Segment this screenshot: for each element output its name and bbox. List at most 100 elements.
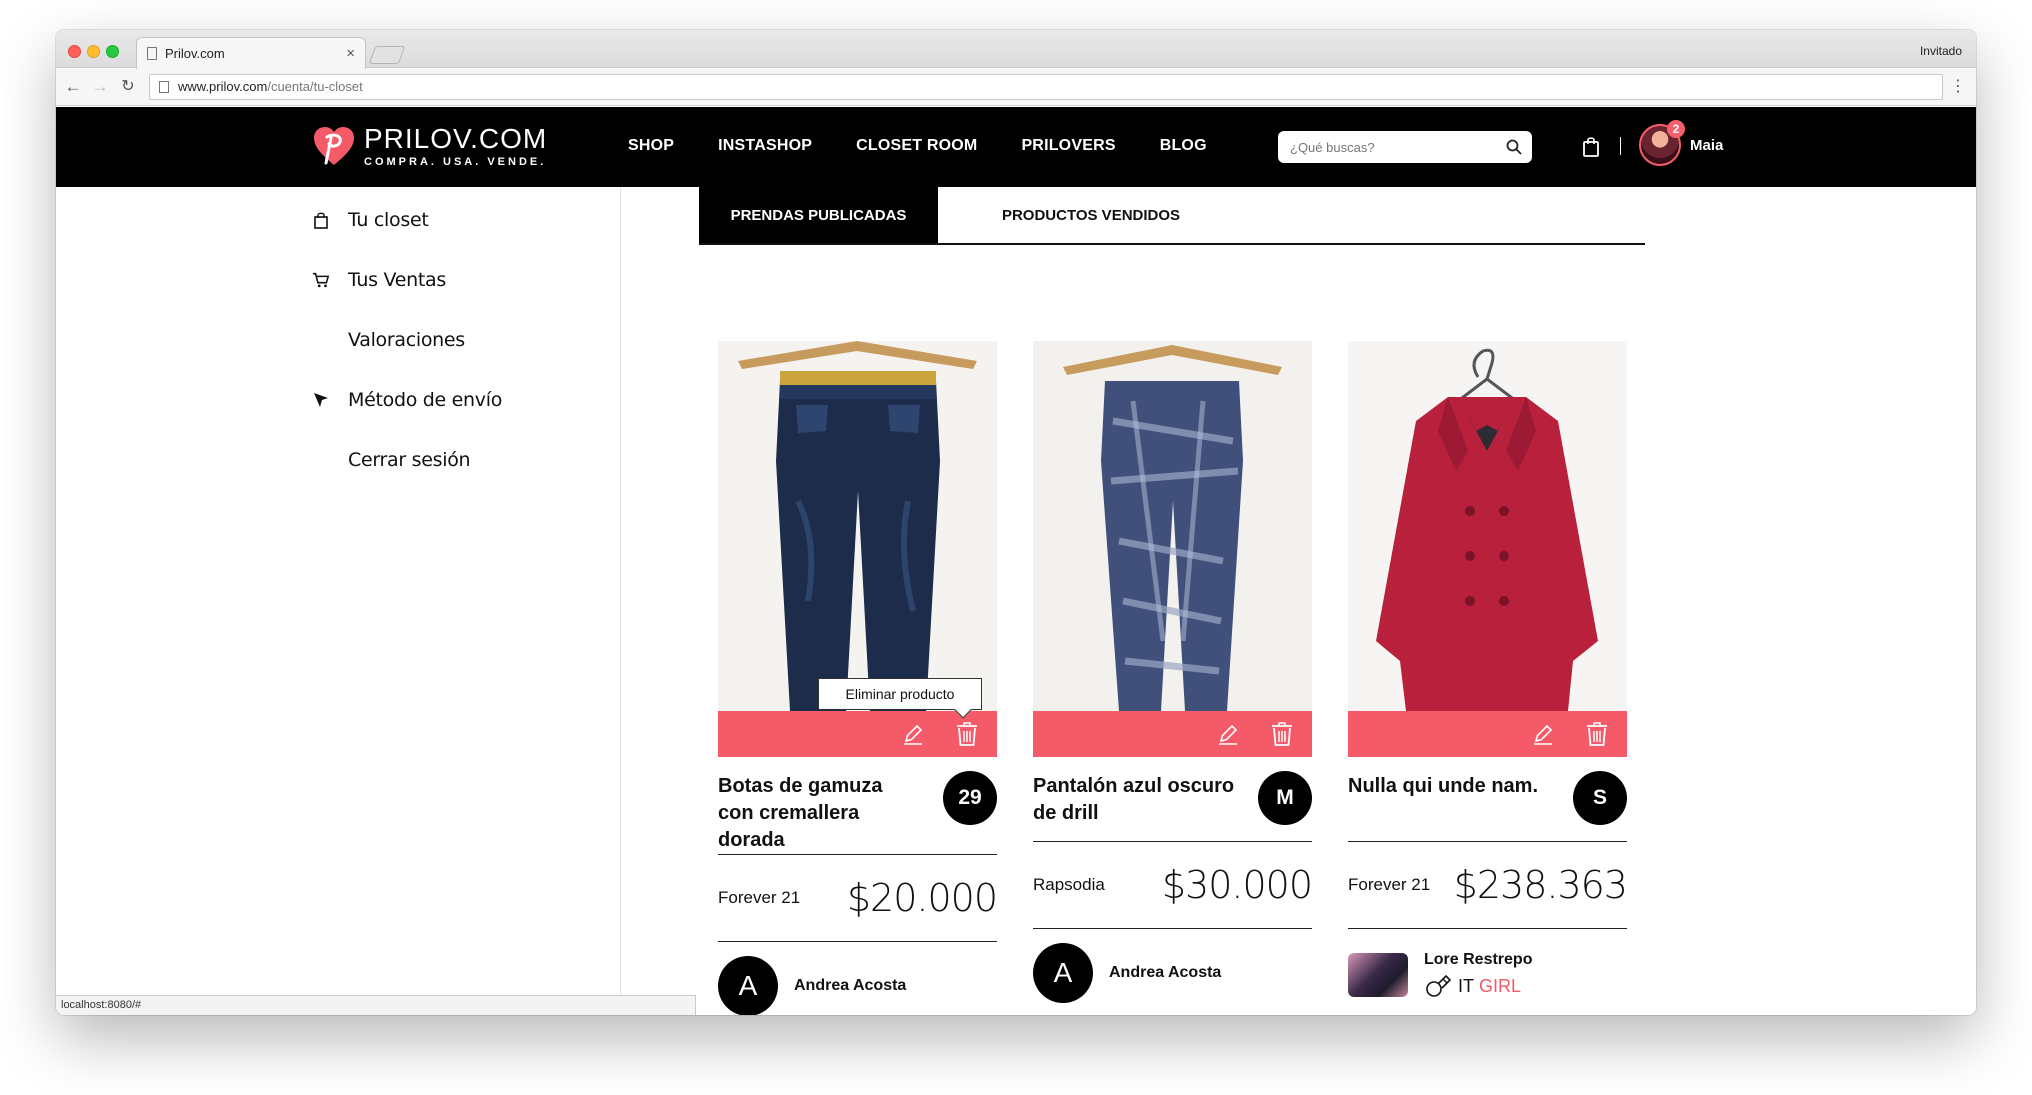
header-divider [1620, 137, 1621, 155]
reload-icon[interactable]: ↻ [119, 78, 137, 96]
product-photo[interactable] [1348, 341, 1627, 711]
browser-tab[interactable]: Prilov.com × [136, 37, 366, 69]
it-girl-tag: IT GIRL [1424, 973, 1532, 999]
page-icon [147, 47, 157, 60]
nav-instashop[interactable]: INSTASHOP [718, 137, 812, 155]
notification-badge: 2 [1667, 120, 1685, 138]
pencil-icon[interactable] [1531, 722, 1555, 746]
tag-girl: GIRL [1479, 975, 1522, 996]
product-actions [718, 711, 997, 757]
product-actions [1348, 711, 1627, 757]
coat-image [1348, 341, 1627, 711]
pencil-icon[interactable] [1216, 722, 1240, 746]
seller-avatar: A [718, 956, 778, 1015]
trash-icon[interactable] [1270, 721, 1294, 747]
account-sidebar: Tu closet Tus Ventas Valoraciones Método… [56, 187, 621, 1015]
nav-prilovers[interactable]: PRILOVERS [1021, 137, 1115, 155]
sidebar-item-tu-closet[interactable]: Tu closet [312, 209, 429, 231]
back-arrow-icon[interactable]: ← [64, 78, 82, 96]
nav-closet-room[interactable]: CLOSET ROOM [856, 137, 977, 155]
sidebar-item-label: Valoraciones [348, 329, 465, 351]
close-window-button[interactable] [68, 45, 81, 58]
bag-icon [312, 211, 330, 229]
seller-name: Andrea Acosta [1109, 964, 1222, 981]
tab-close-icon[interactable]: × [346, 45, 355, 62]
browser-window: Prilov.com × Invitado ← → ↻ www.prilov.c… [56, 30, 1976, 1015]
seller-name: Lore Restrepo [1424, 951, 1533, 968]
tab-prendas-publicadas[interactable]: PRENDAS PUBLICADAS [699, 187, 938, 243]
sidebar-item-label: Cerrar sesión [348, 449, 471, 471]
url-path: /cuenta/tu-closet [267, 79, 363, 94]
shopping-bag-icon[interactable] [1582, 135, 1600, 157]
sidebar-item-label: Tus Ventas [348, 269, 446, 291]
seller-name: Andrea Acosta [794, 977, 907, 994]
sidebar-item-tus-ventas[interactable]: Tus Ventas [312, 269, 446, 291]
product-price: $20.000 [846, 876, 998, 920]
seller-info[interactable]: A Andrea Acosta [718, 942, 997, 1015]
seller-avatar: A [1033, 943, 1093, 1003]
seller-info[interactable]: A Andrea Acosta [1033, 929, 1312, 1003]
heart-logo-icon [314, 127, 354, 165]
nav-blog[interactable]: BLOG [1160, 137, 1207, 155]
search-input[interactable] [1278, 131, 1488, 163]
minimize-window-button[interactable] [87, 45, 100, 58]
search-icon[interactable] [1506, 139, 1522, 155]
zoom-window-button[interactable] [106, 45, 119, 58]
sidebar-item-metodo-envio[interactable]: Método de envío [312, 389, 502, 411]
product-price: $30.000 [1161, 863, 1313, 907]
size-badge: M [1258, 771, 1312, 825]
cart-icon [312, 271, 330, 289]
sidebar-item-valoraciones[interactable]: Valoraciones [312, 329, 465, 351]
product-price: $238.363 [1453, 863, 1628, 907]
trash-icon[interactable] [955, 721, 979, 747]
username[interactable]: Maia [1690, 137, 1723, 154]
tag-it: IT [1458, 975, 1474, 996]
menu-kebab-icon[interactable]: ⋮ [1950, 79, 1966, 95]
size-badge: 29 [943, 771, 997, 825]
product-actions [1033, 711, 1312, 757]
jeans-image [718, 341, 997, 711]
sidebar-item-label: Tu closet [348, 209, 429, 231]
seller-info[interactable]: Lore Restrepo IT GIRL [1348, 929, 1627, 999]
product-title[interactable]: Pantalón azul oscuro de drill [1033, 773, 1238, 827]
tab-productos-vendidos[interactable]: PRODUCTOS VENDIDOS [938, 187, 1244, 243]
closet-tabs: PRENDAS PUBLICADAS PRODUCTOS VENDIDOS [699, 187, 1645, 245]
sidebar-item-cerrar-sesion[interactable]: Cerrar sesión [312, 449, 471, 471]
product-title[interactable]: Botas de gamuza con cremallera dorada [718, 773, 923, 854]
size-badge: S [1573, 771, 1627, 825]
product-card: Pantalón azul oscuro de drill M Rapsodia… [1033, 341, 1313, 1003]
site-logo[interactable]: PRILOV.COM COMPRA. USA. VENDE. [312, 125, 547, 169]
page-info-icon [159, 81, 169, 93]
logo-tagline: COMPRA. USA. VENDE. [364, 156, 547, 168]
nav-shop[interactable]: SHOP [628, 137, 674, 155]
product-brand: Forever 21 [1348, 875, 1431, 894]
logo-name: PRILOV.COM [364, 123, 548, 154]
forward-arrow-icon[interactable]: → [91, 78, 109, 96]
trash-icon[interactable] [1585, 721, 1609, 747]
product-title[interactable]: Nulla qui unde nam. [1348, 773, 1553, 800]
seller-photo [1348, 953, 1408, 997]
search-box [1278, 131, 1532, 163]
product-brand: Rapsodia [1033, 875, 1105, 894]
site-header: PRILOV.COM COMPRA. USA. VENDE. SHOP INST… [56, 107, 1976, 187]
url-host: www.prilov.com [178, 79, 268, 94]
product-brand: Forever 21 [718, 888, 801, 907]
tab-title: Prilov.com [165, 46, 225, 61]
browser-toolbar: ← → ↻ www.prilov.com/cuenta/tu-closet ⋮ [56, 69, 1976, 106]
product-card: Nulla qui unde nam. S Forever 21 $238.36… [1348, 341, 1628, 999]
profile-label[interactable]: Invitado [1920, 44, 1962, 58]
main-nav: SHOP INSTASHOP CLOSET ROOM PRILOVERS BLO… [628, 137, 1251, 155]
product-photo[interactable] [718, 341, 997, 711]
status-bar: localhost:8080/# [56, 995, 696, 1015]
product-photo[interactable] [1033, 341, 1312, 711]
user-avatar-wrap[interactable]: 2 [1639, 120, 1685, 166]
pencil-icon[interactable] [901, 722, 925, 746]
new-tab-button[interactable] [368, 46, 406, 64]
browser-tabstrip: Prilov.com × Invitado [56, 30, 1976, 69]
address-bar[interactable]: www.prilov.com/cuenta/tu-closet [149, 74, 1943, 100]
page-viewport: PRILOV.COM COMPRA. USA. VENDE. SHOP INST… [56, 107, 1976, 1015]
arrow-pointer-icon [312, 391, 330, 409]
sidebar-item-label: Método de envío [348, 389, 503, 411]
delete-tooltip: Eliminar producto [818, 678, 982, 710]
jeans-image [1033, 341, 1312, 711]
